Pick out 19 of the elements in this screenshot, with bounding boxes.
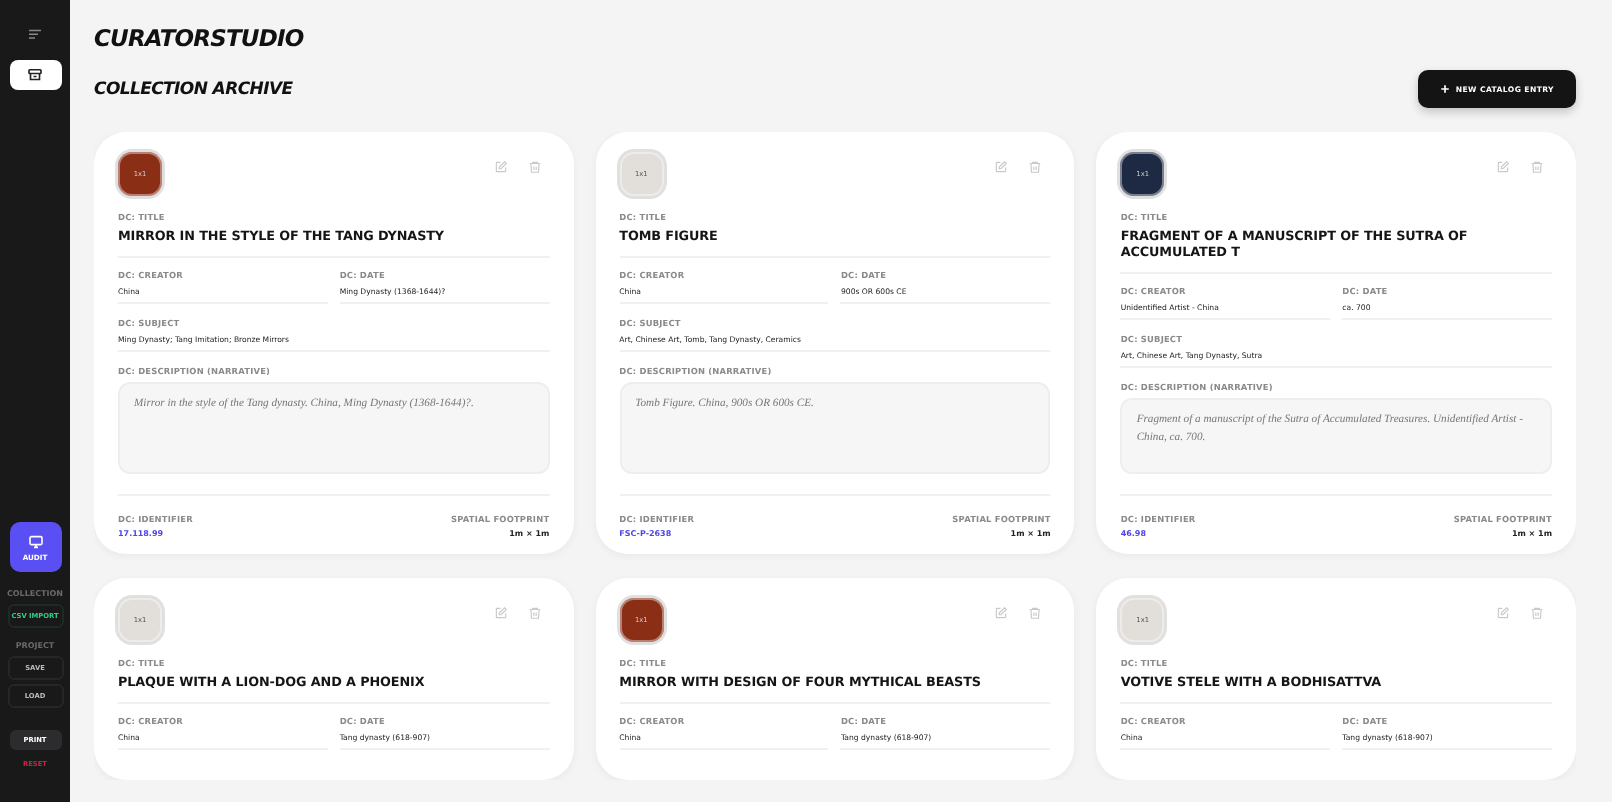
trash-icon[interactable]: [1028, 606, 1043, 620]
plus-icon: [1439, 84, 1450, 94]
trash-icon[interactable]: [1028, 160, 1043, 174]
trash-icon[interactable]: [527, 606, 542, 620]
edit-icon[interactable]: [1496, 160, 1510, 174]
trash-icon[interactable]: [527, 160, 542, 174]
archive-icon: [26, 66, 44, 84]
edit-icon[interactable]: [994, 606, 1009, 620]
app-title: CURATORSTUDIO: [94, 24, 304, 52]
trash-icon[interactable]: [1530, 606, 1544, 620]
page-title: COLLECTION ARCHIVE: [94, 79, 293, 99]
edit-icon[interactable]: [1496, 606, 1510, 620]
edit-icon[interactable]: [994, 160, 1009, 174]
trash-icon[interactable]: [1530, 160, 1544, 174]
edit-icon[interactable]: [493, 160, 508, 174]
menu-icon: [26, 26, 44, 44]
archive-button[interactable]: [9, 60, 61, 90]
edit-icon[interactable]: [493, 606, 508, 620]
monitor-icon: [27, 533, 43, 549]
